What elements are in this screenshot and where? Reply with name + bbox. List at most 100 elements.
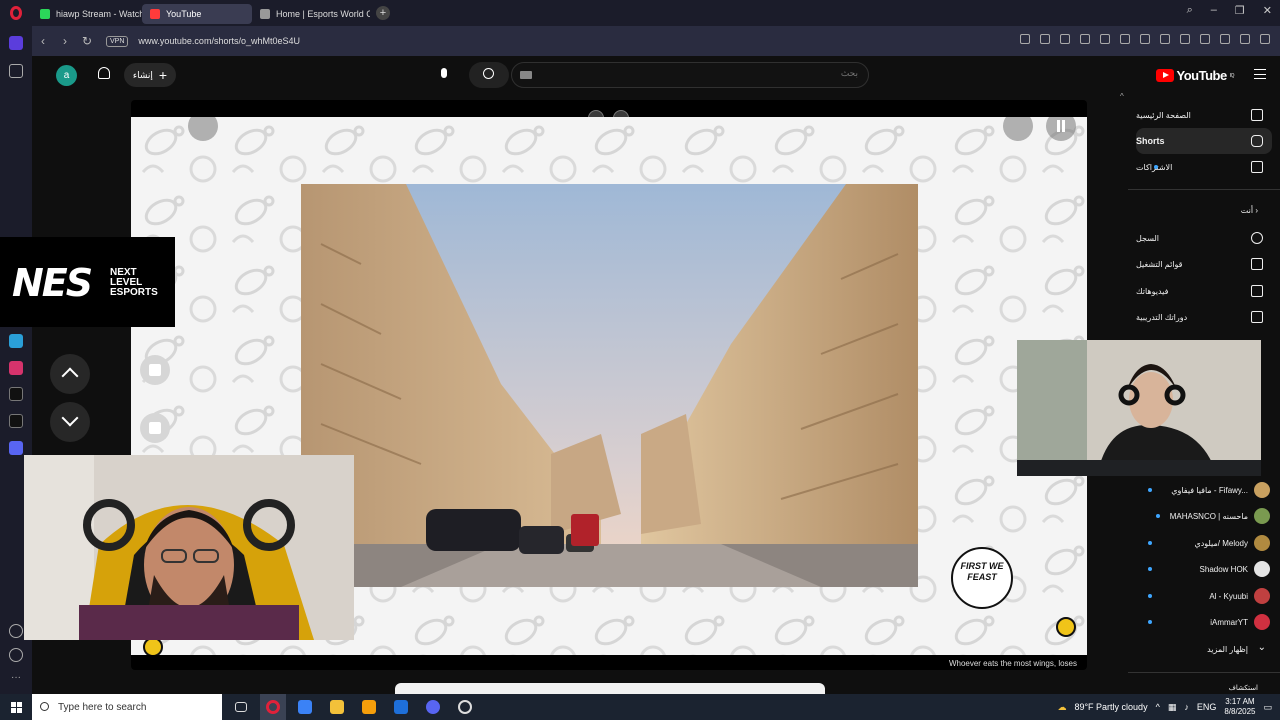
new-tab-button[interactable]: +	[376, 6, 390, 20]
task-view-button[interactable]	[228, 694, 254, 720]
extension-icon[interactable]	[1180, 34, 1190, 44]
chevron-up-icon[interactable]: ^	[1120, 92, 1124, 101]
language-indicator[interactable]: ENG	[1197, 702, 1217, 712]
discord-icon[interactable]	[9, 441, 23, 455]
subscription-item[interactable]: ميلودي/ Melody	[1136, 531, 1272, 555]
download-icon[interactable]	[1120, 34, 1130, 44]
restore-icon[interactable]: ❐	[1235, 4, 1245, 17]
guide-menu-icon[interactable]	[1254, 69, 1266, 79]
weather-icon[interactable]: ☁	[1057, 702, 1066, 713]
weather-text[interactable]: 89°F Partly cloudy	[1074, 702, 1147, 712]
forward-icon[interactable]: ›	[54, 34, 76, 48]
instagram-icon[interactable]	[9, 361, 23, 375]
notification-icon[interactable]: ▭	[1263, 702, 1272, 713]
tiktok-icon[interactable]	[9, 387, 23, 401]
vpn-badge[interactable]: VPN	[106, 35, 129, 47]
taskbar-outlook[interactable]	[388, 694, 414, 720]
telegram-icon[interactable]	[9, 334, 23, 348]
windows-logo-icon	[10, 701, 22, 713]
extension-icon[interactable]	[1200, 34, 1210, 44]
subscription-item[interactable]: Al - Kyuubi	[1136, 584, 1272, 608]
tab-label: YouTube	[166, 9, 202, 19]
more-icon[interactable]: ···	[9, 672, 23, 686]
taskbar-copilot[interactable]	[292, 694, 318, 720]
clock[interactable]: 3:17 AM 8/8/2025	[1224, 697, 1255, 717]
url-field[interactable]: www.youtube.com/shorts/o_whMt0eS4U	[138, 36, 300, 46]
previous-short-button[interactable]	[50, 354, 90, 394]
courses-icon	[1251, 311, 1263, 323]
tab-hiawp[interactable]: hiawp Stream - Watch Liv	[32, 4, 142, 24]
new-content-dot	[1148, 594, 1152, 598]
taskbar-discord[interactable]	[420, 694, 446, 720]
address-bar-tools	[1020, 34, 1270, 44]
create-button[interactable]: إنشاء +	[124, 63, 176, 87]
volume-icon[interactable]: ♪	[1184, 702, 1189, 712]
profile-icon[interactable]	[1160, 34, 1170, 44]
tray-chevron-icon[interactable]: ^	[1156, 702, 1160, 712]
next-short-button[interactable]	[50, 402, 90, 442]
streamer-webcam-image	[24, 455, 354, 640]
guide-item-shorts[interactable]: Shorts	[1136, 128, 1272, 154]
opera-logo-icon[interactable]	[0, 0, 32, 26]
close-icon[interactable]: ✕	[1263, 4, 1272, 17]
like-button[interactable]	[140, 355, 170, 385]
search-box[interactable]	[511, 62, 869, 88]
search-tabs-icon[interactable]: ⌕	[1187, 4, 1193, 17]
subscription-item[interactable]: iAmmarYT	[1136, 610, 1272, 634]
taskbar-store[interactable]	[356, 694, 382, 720]
extension-icon[interactable]	[1220, 34, 1230, 44]
heart-icon[interactable]	[1100, 34, 1110, 44]
guide-item-your-videos[interactable]: فيديوهاتك	[1136, 278, 1272, 304]
history-icon[interactable]	[9, 648, 23, 662]
guide-item-home[interactable]: الصفحة الرئيسية	[1136, 102, 1272, 128]
guide-item-courses[interactable]: دوراتك التدريبية	[1136, 304, 1272, 330]
tab-esports-world-cup[interactable]: Home | Esports World Cup	[252, 4, 370, 24]
cube-icon[interactable]	[1260, 34, 1270, 44]
minimize-icon[interactable]: –	[1211, 4, 1217, 17]
subscription-item[interactable]: Shadow HOK	[1136, 557, 1272, 581]
shield-icon[interactable]	[1060, 34, 1070, 44]
guide-item-history[interactable]: السجل	[1136, 225, 1272, 251]
browser-tab-bar: hiawp Stream - Watch Liv YouTube Home | …	[0, 0, 1280, 26]
taskbar-opera[interactable]	[260, 694, 286, 720]
tab-youtube[interactable]: YouTube	[142, 4, 252, 24]
x-icon[interactable]	[9, 414, 23, 428]
edit-icon[interactable]	[1020, 34, 1030, 44]
dislike-button[interactable]	[140, 413, 170, 443]
tab-label: hiawp Stream - Watch Liv	[56, 9, 142, 19]
camera-icon[interactable]	[1040, 34, 1050, 44]
extension-icon[interactable]	[1240, 34, 1250, 44]
taskbar-explorer[interactable]	[324, 694, 350, 720]
next-short-preview[interactable]	[395, 683, 825, 694]
guide-item-label: فيديوهاتك	[1136, 286, 1169, 296]
guide-section-you[interactable]: أنت ›	[1136, 206, 1272, 215]
voice-search-icon[interactable]	[433, 63, 457, 87]
streamer-webcam-image	[1017, 340, 1261, 476]
menu-icon[interactable]	[1140, 34, 1150, 44]
subscription-item[interactable]: مافيا فيفاوي - Fifawy...	[1136, 478, 1272, 502]
taskbar-obs[interactable]	[452, 694, 478, 720]
guide-item-subscriptions[interactable]: الاشتراكات	[1136, 154, 1272, 180]
reload-icon[interactable]: ↻	[76, 34, 98, 48]
heart-icon[interactable]	[9, 624, 23, 638]
search-input[interactable]	[538, 68, 858, 78]
taskbar-search[interactable]: Type here to search	[32, 694, 222, 720]
opera-icon	[266, 700, 280, 714]
network-icon[interactable]: ▦	[1168, 702, 1177, 713]
youtube-favicon-icon	[150, 9, 160, 19]
subscription-item[interactable]: MAHASNCO | ماحسنه	[1136, 504, 1272, 528]
channel-name: Shadow HOK	[1199, 564, 1248, 574]
window-controls: ⌕ – ❐ ✕	[1187, 4, 1272, 17]
notifications-bell-icon[interactable]	[98, 67, 110, 79]
show-more-button[interactable]: إظهار المزيد ⌄	[1136, 637, 1272, 661]
search-button[interactable]	[469, 62, 509, 88]
home-icon[interactable]	[9, 36, 23, 50]
avatar[interactable]: a	[56, 65, 77, 86]
youtube-logo[interactable]: YouTube IQ	[1155, 68, 1235, 83]
back-icon[interactable]: ‹	[32, 34, 54, 48]
start-button[interactable]	[0, 694, 32, 720]
star-icon[interactable]	[9, 64, 23, 78]
guide-item-playlists[interactable]: قوائم التشغيل	[1136, 251, 1272, 277]
keyboard-icon[interactable]	[520, 71, 532, 79]
play-icon[interactable]	[1080, 34, 1090, 44]
